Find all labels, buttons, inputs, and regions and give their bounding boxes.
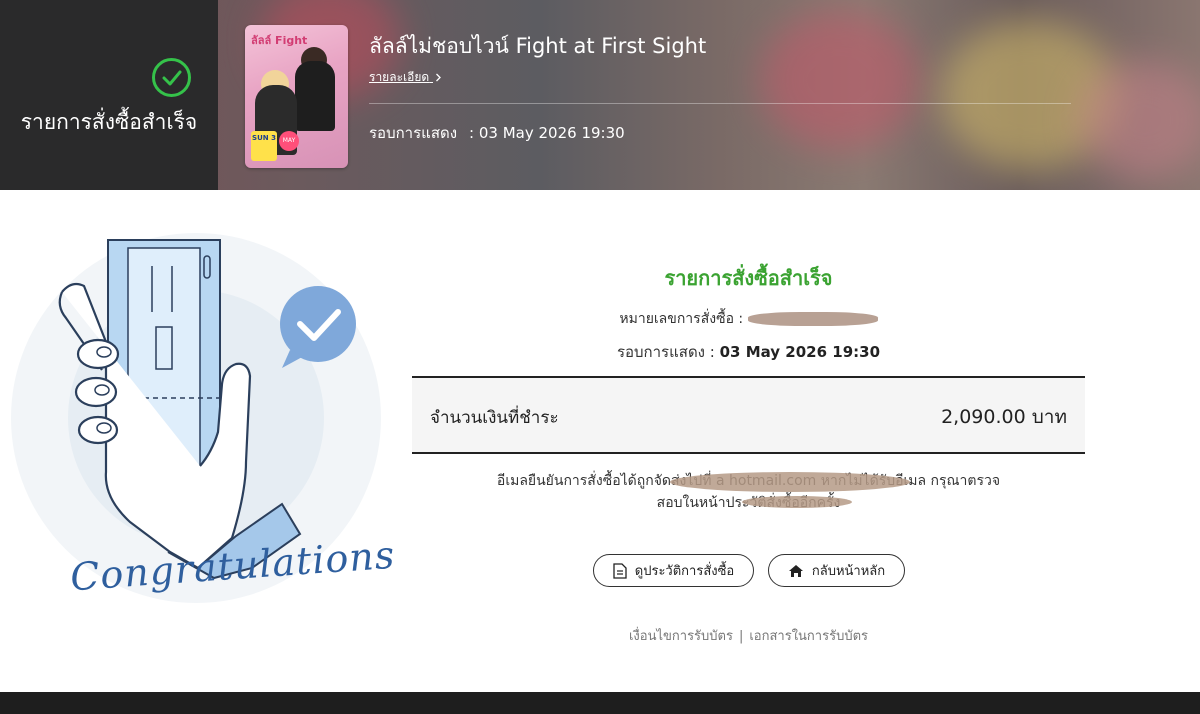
detail-link-label: รายละเอียด [369,70,430,84]
poster-title: ลัลล์ Fight [251,34,308,47]
order-number-line: หมายเลขการสั่งซื้อ : [412,308,1085,330]
banner-showtime: รอบการแสดง : 03 May 2026 19:30 [369,121,625,145]
document-icon [613,562,627,579]
poster-date: SUN 3 [251,131,277,161]
ticket-documents-link[interactable]: เอกสารในการรับบัตร [749,629,868,644]
event-detail-link[interactable]: รายละเอียด [369,68,442,87]
order-number-label: หมายเลขการสั่งซื้อ : [619,311,748,327]
link-separator: | [738,629,744,644]
showtime-value: : 03 May 2026 19:30 [469,124,625,142]
banner-bokeh [1080,60,1200,180]
event-poster: ลัลล์ Fight SUN 3 MAY [245,25,348,168]
order-status-panel: รายการสั่งซื้อสำเร็จ [0,0,218,190]
email-confirmation-note: อีเมลยืนยันการสั่งซื้อได้ถูกจัดส่งไปที่ … [412,470,1085,514]
showtime-line: รอบการแสดง : 03 May 2026 19:30 [412,340,1085,364]
payment-amount-box: จำนวนเงินที่ชำระ 2,090.00 บาท [412,376,1085,454]
poster-month: MAY [279,131,299,151]
order-history-label: ดูประวัติการสั่งซื้อ [634,564,735,579]
page-footer-bar [0,692,1200,714]
banner-bokeh [760,10,920,150]
showtime-label: รอบการแสดง [369,124,458,142]
banner-divider [369,103,1071,104]
amount-label: จำนวนเงินที่ชำระ [430,408,559,428]
redacted-order-number [747,312,878,326]
order-history-button[interactable]: ดูประวัติการสั่งซื้อ [593,554,754,587]
showtime-line-value: 03 May 2026 19:30 [719,343,881,361]
showtime-line-label: รอบการแสดง : [616,343,720,361]
poster-figure [295,61,335,131]
event-title: ลัลล์ไม่ชอบไวน์ Fight at First Sight [369,34,707,58]
redacted-email [670,472,910,492]
congratulations-illustration: Congratulations [0,222,400,622]
check-circle-icon [152,58,191,97]
event-banner: รายการสั่งซื้อสำเร็จ ลัลล์ Fight SUN 3 M… [0,0,1200,190]
redacted-email [742,496,852,508]
success-heading: รายการสั่งซื้อสำเร็จ [664,266,833,290]
ticket-info-links: เงื่อนไขการรับบัตร | เอกสารในการรับบัตร [412,625,1085,646]
home-button-label: กลับหน้าหลัก [811,564,886,579]
home-button[interactable]: กลับหน้าหลัก [768,554,905,587]
chevron-right-icon [436,73,441,82]
ticket-conditions-link[interactable]: เงื่อนไขการรับบัตร [629,629,733,644]
order-status-text: รายการสั่งซื้อสำเร็จ [20,110,198,134]
home-icon [788,564,803,577]
amount-value: 2,090.00 บาท [941,406,1067,428]
